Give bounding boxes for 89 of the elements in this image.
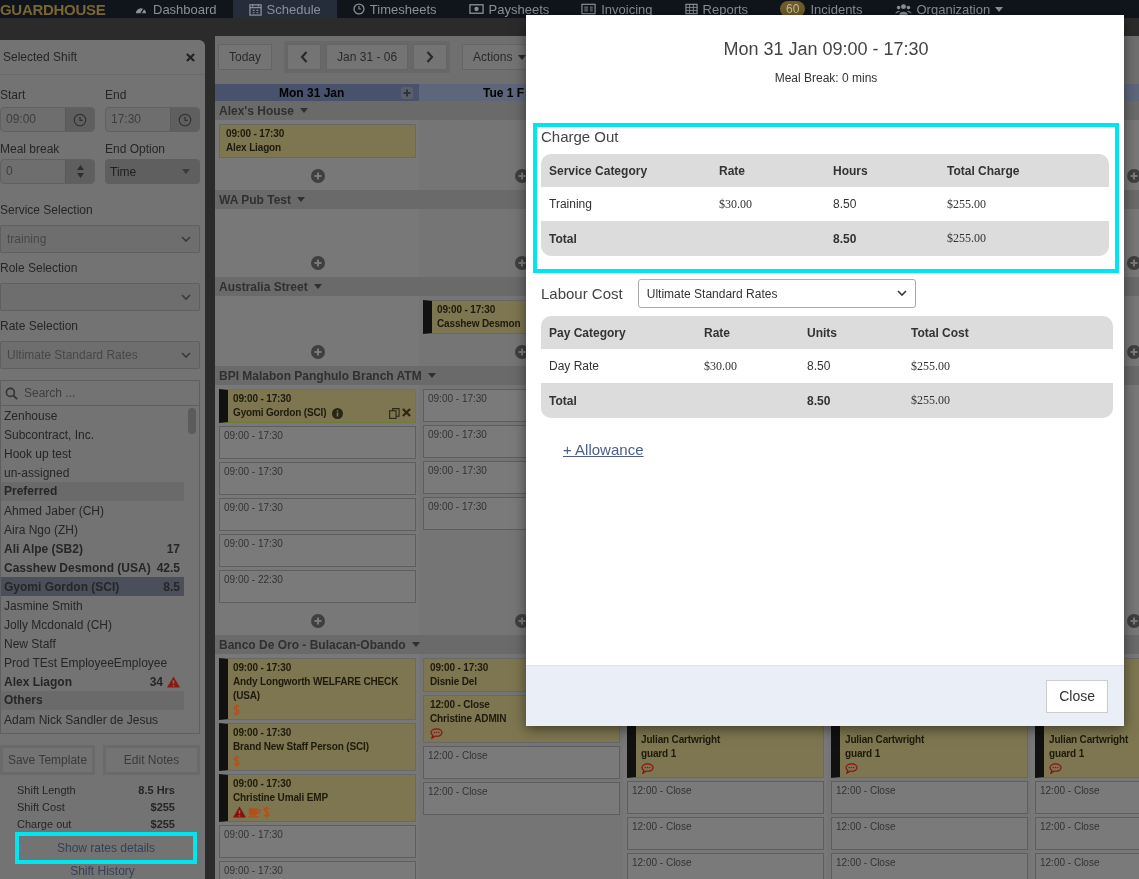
field-label: Meal break (0, 142, 61, 156)
table-cell-text: $30.00 (704, 358, 738, 374)
field-label: Service Selection (0, 203, 94, 217)
column-header: Units (807, 325, 838, 340)
panel-title: Selected Shift (3, 50, 78, 64)
shift-time: 12:00 - Close (428, 785, 488, 799)
table-cell-text: 8.50 (833, 231, 858, 246)
stat-label: Shift Length (17, 783, 76, 796)
modal-title: Mon 31 Jan 09:00 - 17:30 (722, 38, 930, 60)
shift-time: 09:00 - 17:30 (233, 726, 292, 740)
table-cell-text: 8.50 (807, 393, 832, 408)
field-label: Start (0, 88, 27, 102)
staff-name: Andy Longworth WELFARE CHECK (USA) (233, 675, 400, 703)
field-label: Rate Selection (0, 319, 80, 333)
hours-count: 34 (149, 674, 163, 689)
shift-time: 12:00 - Close (632, 784, 692, 798)
role-label: guard 1 (1049, 747, 1085, 761)
staff-name: Christine ADMIN (430, 712, 507, 726)
shift-time: 09:00 - 17:30 (437, 303, 496, 317)
shift-time: 09:00 - 17:30 (428, 392, 487, 406)
shift-time: 09:00 - 17:30 (224, 537, 283, 551)
stat-label: Shift Cost (17, 800, 65, 813)
column-header: Total Cost (911, 325, 970, 340)
field-label: End (105, 88, 128, 102)
shift-time: 09:00 - 17:30 (224, 465, 283, 479)
group-header: Preferred (1, 482, 184, 501)
table-cell-text: 8.50 (807, 359, 832, 373)
shift-time: 09:00 - 17:30 (233, 777, 292, 791)
column-header: Total Charge (947, 163, 1021, 178)
staff-name: Brand New Staff Person (SCI) (233, 740, 369, 754)
stat-value: 8.5 Hrs (138, 783, 175, 796)
app-logo: GUARDHOUSE (0, 0, 107, 18)
hours-count: 17 (166, 541, 180, 556)
shift-time: 12:00 - Close (1040, 820, 1100, 834)
role-label: guard 1 (845, 747, 881, 761)
shift-time: 12:00 - Close (632, 820, 692, 834)
staff-name: Julian Cartwright (845, 733, 925, 747)
shift-time: 09:00 - 17:30 (430, 661, 489, 675)
shift-time: 12:00 - Close (1040, 856, 1100, 870)
table-cell-text: $30.00 (719, 196, 753, 212)
column-header: Service Category (549, 163, 649, 178)
meal-break-label: Meal Break: 0 mins (773, 71, 879, 85)
shift-time: 12:00 - Close (836, 856, 896, 870)
shift-time: 09:00 - 17:30 (226, 127, 285, 141)
staff-name: Julian Cartwright (641, 733, 721, 747)
table-cell-text: $255.00 (911, 358, 951, 374)
staff-name: Julian Cartwright (1049, 733, 1129, 747)
table-cell-text: Total (549, 393, 578, 408)
column-header: Rate (704, 325, 731, 340)
table-cell-text: $255.00 (947, 196, 987, 212)
shift-time: 09:00 - 17:30 (224, 429, 283, 443)
table-cell-text: Total (549, 231, 578, 246)
field-label: End Option (105, 142, 167, 156)
shift-time: 12:00 - Close (1040, 784, 1100, 798)
table-cell-text: 8.50 (833, 197, 858, 211)
shift-time: 09:00 - 17:30 (428, 500, 487, 514)
staff-name: Disnie Del (430, 675, 477, 689)
shift-time: 09:00 - 17:30 (224, 501, 283, 515)
shift-time: 09:00 - 17:30 (233, 392, 292, 406)
table-cell-text: $255.00 (947, 231, 987, 246)
shift-time: 09:00 - 17:30 (428, 428, 487, 442)
shift-time: 09:00 - 17:30 (233, 661, 292, 675)
section-title: Charge Out (541, 128, 620, 146)
column-header: Rate (719, 163, 746, 178)
column-header: Hours (833, 163, 869, 178)
shift-time: 12:00 - Close (836, 784, 896, 798)
table-cell-text: Training (549, 197, 593, 211)
shift-time: 09:00 - 17:30 (224, 828, 283, 842)
shift-time: 12:00 - Close (430, 698, 490, 712)
shift-time: 12:00 - Close (836, 820, 896, 834)
staff-name: Christine Umali EMP (233, 791, 328, 805)
role-label: guard 1 (641, 747, 677, 761)
staff-name: Alex Liagon (226, 141, 282, 155)
stat-label: Charge out (17, 817, 72, 830)
shift-time: 09:00 - 22:30 (224, 573, 283, 587)
group-header: Others (1, 691, 184, 710)
table-cell-text: Day Rate (549, 359, 601, 373)
field-label: Role Selection (0, 261, 79, 275)
shift-time: 09:00 - 17:30 (428, 464, 487, 478)
table-cell-text: $255.00 (911, 393, 951, 408)
staff-name: Gyomi Gordon (SCI) (233, 406, 327, 420)
section-title: Labour Cost (541, 284, 623, 303)
shift-time: 12:00 - Close (428, 749, 488, 763)
stat-value: $255 (150, 800, 175, 813)
stat-value: $255 (150, 817, 175, 830)
staff-name: Casshew Desmon (437, 317, 521, 331)
shift-time: 12:00 - Close (632, 856, 692, 870)
shift-time: 09:00 - 17:30 (224, 864, 283, 878)
hours-count: 42.5 (156, 560, 180, 575)
